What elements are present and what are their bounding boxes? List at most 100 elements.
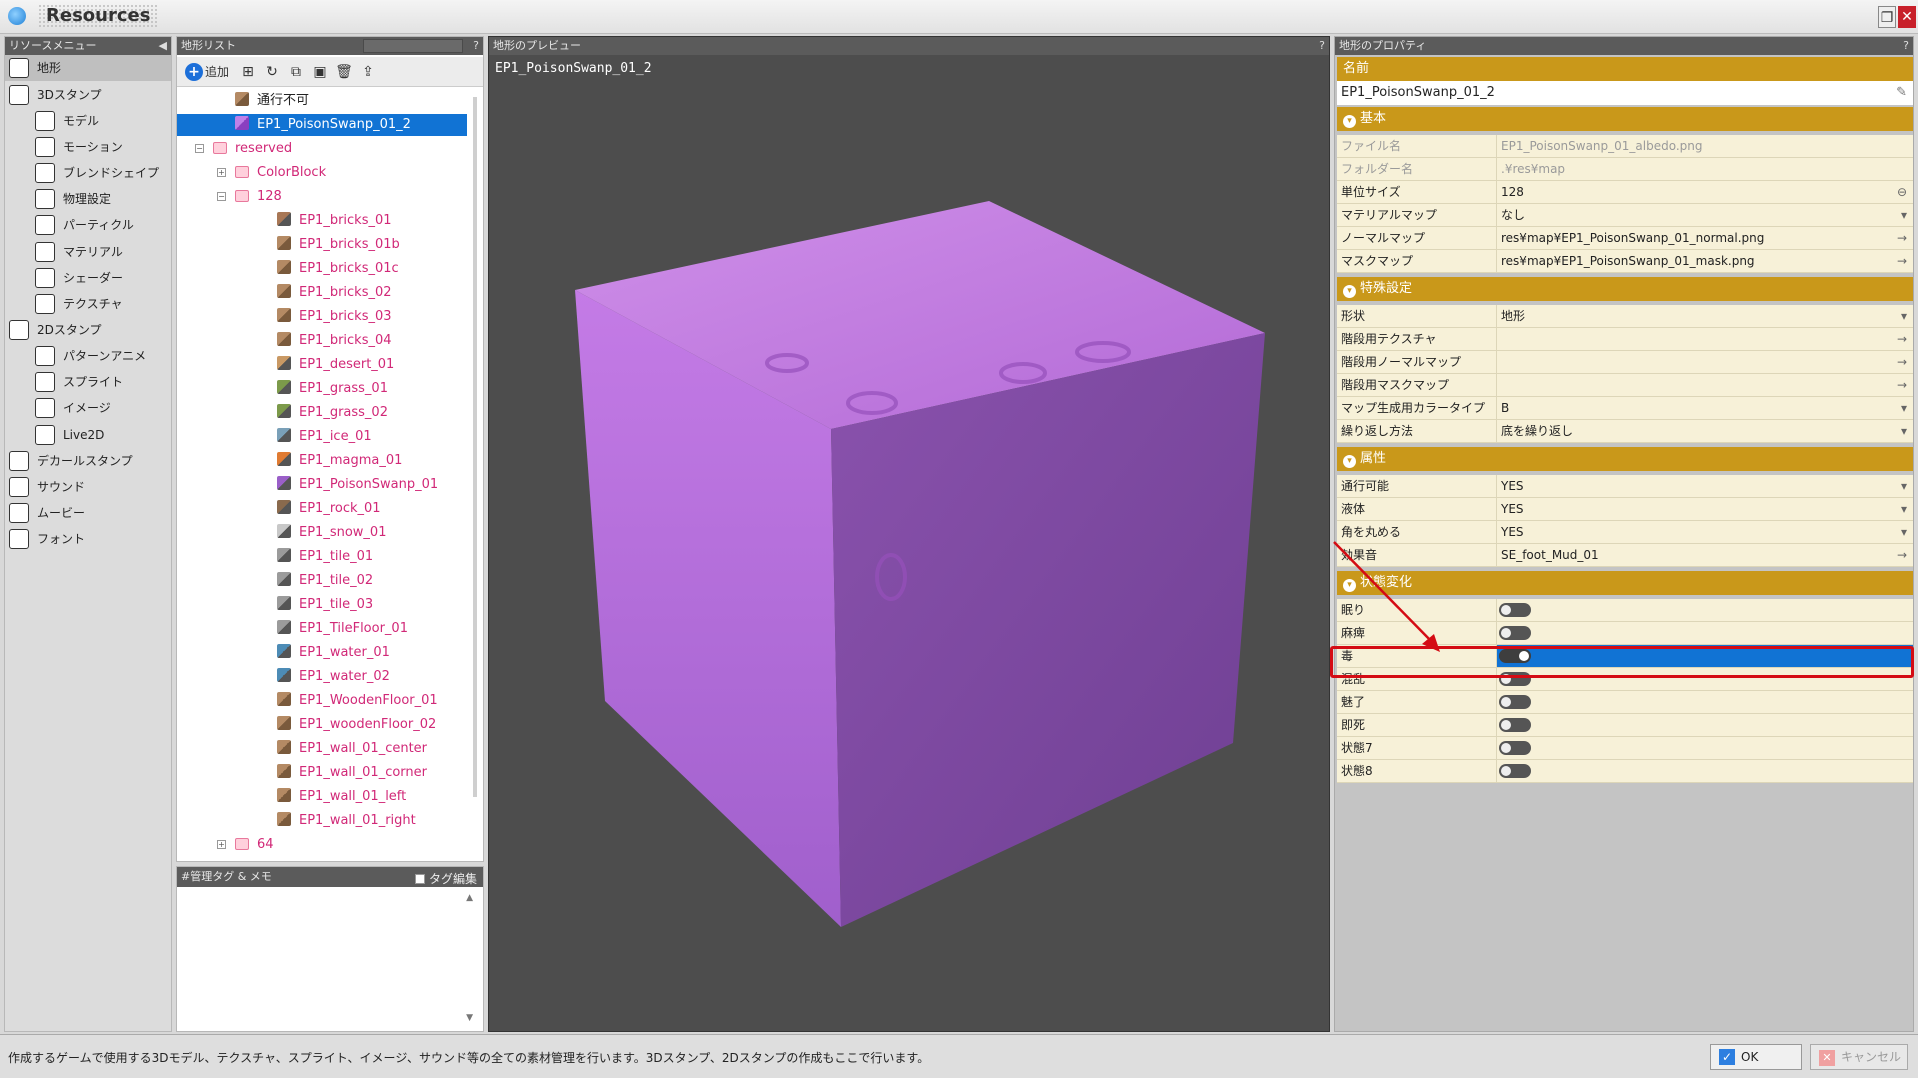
tree-item[interactable]: EP1_snow_01 [277, 522, 386, 544]
property-row[interactable]: フォルダー名 .¥res¥map [1337, 158, 1913, 181]
property-row[interactable]: 階段用テクスチャ → [1337, 328, 1913, 351]
tree-item[interactable]: EP1_rock_01 [277, 498, 381, 520]
tree-item[interactable]: EP1_wall_01_center [277, 738, 427, 760]
property-row[interactable]: マップ生成用カラータイプ B ▾ [1337, 397, 1913, 420]
menu-item-12[interactable]: スプライト [5, 369, 171, 395]
menu-item-3[interactable]: モーション [5, 134, 171, 160]
scroll-up-icon[interactable]: ▲ [466, 893, 473, 903]
tree-item[interactable]: EP1_bricks_01 [277, 210, 392, 232]
copy-button[interactable]: ⧉ [285, 62, 307, 82]
status-toggle[interactable] [1499, 764, 1531, 778]
menu-item-15[interactable]: デカールスタンプ [5, 448, 171, 474]
status-toggle[interactable] [1499, 695, 1531, 709]
terrain-cube-preview[interactable] [489, 37, 1329, 1031]
tree-item[interactable]: EP1_grass_02 [277, 402, 388, 424]
dropdown-icon[interactable]: ▾ [1901, 475, 1907, 497]
property-row[interactable]: 階段用ノーマルマップ → [1337, 351, 1913, 374]
property-row[interactable]: 即死 [1337, 714, 1913, 737]
tree-item[interactable]: EP1_desert_01 [277, 354, 394, 376]
special-section-header[interactable]: ▾ 特殊設定 [1337, 277, 1913, 301]
property-row[interactable]: 状態7 [1337, 737, 1913, 760]
tree-item[interactable]: EP1_WoodenFloor_01 [277, 690, 438, 712]
property-row[interactable]: 液体 YES ▾ [1337, 498, 1913, 521]
menu-item-6[interactable]: パーティクル [5, 212, 171, 238]
property-row[interactable]: 繰り返し方法 底を繰り返し ▾ [1337, 420, 1913, 443]
status-toggle[interactable] [1499, 741, 1531, 755]
tree-item[interactable]: EP1_bricks_01c [277, 258, 399, 280]
menu-item-16[interactable]: サウンド [5, 474, 171, 500]
stepper-icon[interactable]: ⊖ [1897, 181, 1907, 203]
attribute-section-header[interactable]: ▾ 属性 [1337, 447, 1913, 471]
status-toggle[interactable] [1499, 718, 1531, 732]
paste-button[interactable]: ▣ [309, 62, 331, 82]
property-row[interactable]: 形状 地形 ▾ [1337, 305, 1913, 328]
property-row[interactable]: 状態8 [1337, 760, 1913, 783]
dropdown-icon[interactable]: ▾ [1901, 305, 1907, 327]
terrain-name-field[interactable]: EP1_PoisonSwanp_01_2 ✎ [1337, 81, 1913, 105]
menu-item-4[interactable]: ブレンドシェイプ [5, 160, 171, 186]
ok-button[interactable]: ✓ OK [1710, 1044, 1802, 1070]
property-row[interactable]: 階段用マスクマップ → [1337, 374, 1913, 397]
arrow-right-icon[interactable]: → [1897, 351, 1907, 373]
dropdown-icon[interactable]: ▾ [1901, 397, 1907, 419]
dropdown-icon[interactable]: ▾ [1901, 204, 1907, 226]
menu-item-0[interactable]: 地形 [5, 55, 171, 81]
terrain-search-input[interactable] [363, 39, 463, 53]
collapse-icon[interactable]: ◀ [159, 37, 167, 55]
tree-item[interactable]: EP1_woodenFloor_02 [277, 714, 436, 736]
arrow-right-icon[interactable]: → [1897, 328, 1907, 350]
tree-item[interactable]: 128 [235, 186, 282, 208]
tree-item[interactable]: EP1_PoisonSwanp_01 [277, 474, 438, 496]
menu-item-7[interactable]: マテリアル [5, 239, 171, 265]
tree-item[interactable]: 64 [235, 834, 274, 856]
edit-icon[interactable]: ✎ [1896, 81, 1907, 105]
menu-item-14[interactable]: Live2D [5, 422, 171, 448]
menu-item-17[interactable]: ムービー [5, 500, 171, 526]
help-icon[interactable]: ? [473, 37, 479, 55]
property-row[interactable]: 単位サイズ 128 ⊖ [1337, 181, 1913, 204]
tree-item[interactable]: EP1_bricks_04 [277, 330, 392, 352]
dropdown-icon[interactable]: ▾ [1901, 498, 1907, 520]
help-icon[interactable]: ? [1903, 37, 1909, 55]
tree-item[interactable]: EP1_magma_01 [277, 450, 402, 472]
property-row[interactable]: マテリアルマップ なし ▾ [1337, 204, 1913, 227]
status-toggle[interactable] [1499, 626, 1531, 640]
export-button[interactable]: ⇪ [357, 62, 379, 82]
scroll-down-icon[interactable]: ▼ [466, 1013, 473, 1023]
basic-section-header[interactable]: ▾ 基本 [1337, 107, 1913, 131]
property-row[interactable]: 魅了 [1337, 691, 1913, 714]
menu-item-9[interactable]: テクスチャ [5, 291, 171, 317]
property-row[interactable]: ノーマルマップ res¥map¥EP1_PoisonSwanp_01_normal… [1337, 227, 1913, 250]
tree-item[interactable]: 通行不可 [235, 90, 309, 112]
tree-item[interactable]: EP1_PoisonSwanp_01_2 [177, 114, 467, 136]
tree-item[interactable]: EP1_bricks_01b [277, 234, 400, 256]
restore-button[interactable]: ❐ [1878, 6, 1896, 28]
menu-item-8[interactable]: シェーダー [5, 265, 171, 291]
property-row[interactable]: ファイル名 EP1_PoisonSwanp_01_albedo.png [1337, 135, 1913, 158]
menu-item-1[interactable]: 3Dスタンプ [5, 82, 171, 108]
menu-item-13[interactable]: イメージ [5, 395, 171, 421]
tree-item[interactable]: EP1_bricks_03 [277, 306, 392, 328]
tree-item[interactable]: ColorBlock [235, 162, 326, 184]
delete-button[interactable]: 🗑 [333, 62, 355, 82]
menu-item-5[interactable]: 物理設定 [5, 186, 171, 212]
menu-item-18[interactable]: フォント [5, 526, 171, 552]
arrow-right-icon[interactable]: → [1897, 227, 1907, 249]
status-toggle[interactable] [1499, 603, 1531, 617]
new-item-button[interactable]: ⊞ [237, 62, 259, 82]
tree-item[interactable]: EP1_water_01 [277, 642, 390, 664]
tree-expander-icon[interactable]: + [217, 840, 226, 849]
tree-expander-icon[interactable]: + [217, 168, 226, 177]
tag-edit-checkbox[interactable]: タグ編集 [414, 869, 477, 889]
dropdown-icon[interactable]: ▾ [1901, 521, 1907, 543]
tree-item[interactable]: EP1_wall_01_left [277, 786, 406, 808]
tree-item[interactable]: EP1_tile_03 [277, 594, 373, 616]
property-row[interactable]: マスクマップ res¥map¥EP1_PoisonSwanp_01_mask.pn… [1337, 250, 1913, 273]
tree-item[interactable]: EP1_ice_01 [277, 426, 372, 448]
property-row[interactable]: 通行可能 YES ▾ [1337, 475, 1913, 498]
tree-item[interactable]: EP1_water_02 [277, 666, 390, 688]
tree-item[interactable]: EP1_grass_01 [277, 378, 388, 400]
tree-item[interactable]: EP1_tile_01 [277, 546, 373, 568]
menu-item-11[interactable]: パターンアニメ [5, 343, 171, 369]
arrow-right-icon[interactable]: → [1897, 374, 1907, 396]
